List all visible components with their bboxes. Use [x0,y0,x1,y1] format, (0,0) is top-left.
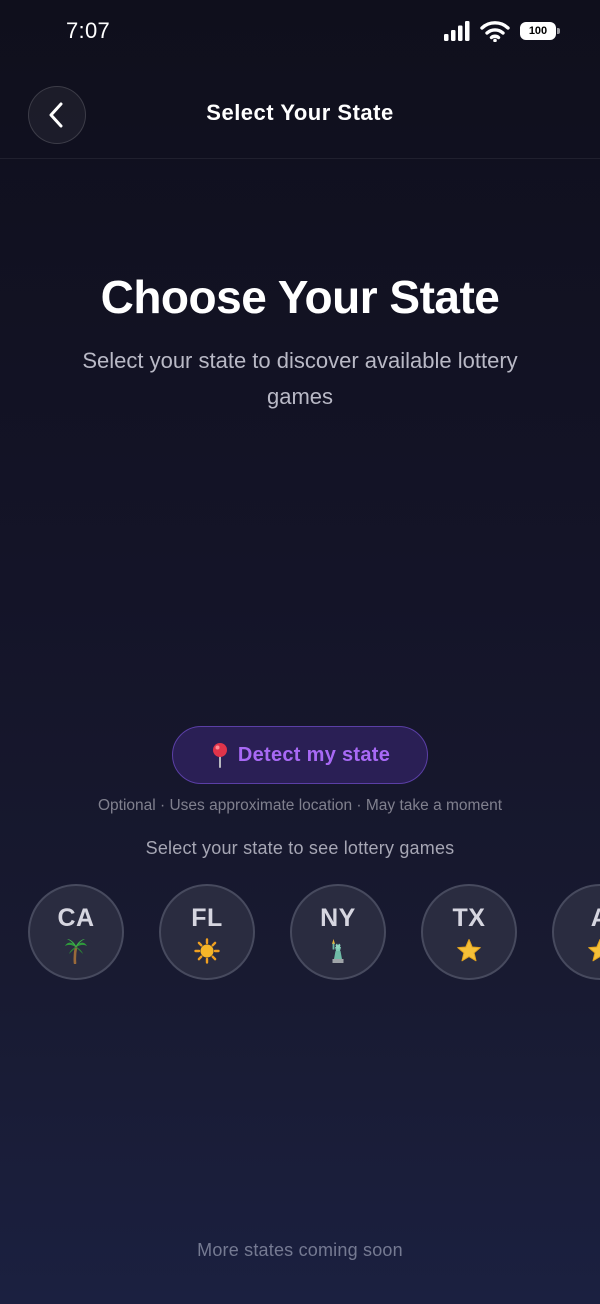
state-code: CA [57,904,95,932]
nav-header: Select Your State [0,70,600,159]
state-chip-partial[interactable]: A [552,884,600,980]
statue-of-liberty-icon [332,939,344,963]
more-states-note: More states coming soon [197,1240,403,1260]
state-code: FL [191,904,223,932]
select-state-screen: 7:07 100 Select Your State Choose Your S… [0,0,600,1304]
wifi-icon [480,21,510,42]
detect-state-button[interactable]: Detect my state [172,726,428,784]
star-icon [457,939,481,962]
state-chip-ny[interactable]: NY [290,884,386,980]
battery-level: 100 [528,25,548,37]
state-code: TX [452,904,486,932]
status-time: 7:07 [66,18,111,43]
state-code: NY [320,904,356,932]
sun-icon [194,938,220,964]
star-icon [588,939,600,962]
state-emoji [554,938,600,964]
detect-state-label: Detect my state [237,743,391,766]
page-title: Select Your State [206,100,394,125]
state-code: A [554,904,600,933]
select-state-hint: Select your state to see lottery games [145,838,455,858]
state-emoji [423,938,515,964]
battery-icon: 100 [520,22,560,40]
state-chip-ca[interactable]: CA [28,884,124,980]
state-emoji [292,938,384,964]
map-pin-icon [212,743,227,768]
state-emoji [161,938,253,964]
state-chip-fl[interactable]: FL [159,884,255,980]
location-note: Optional · Uses approximate location · M… [97,797,503,814]
state-emoji [30,938,122,964]
state-list: CA FL NY TX [0,884,600,984]
status-icons: 100 [444,20,560,42]
signal-icon [444,21,470,41]
hero-title: Choose Your State [100,271,500,323]
palm-tree-icon [65,939,87,964]
status-bar: 7:07 100 [0,0,600,70]
state-chip-tx[interactable]: TX [421,884,517,980]
hero-subtitle: Select your state to discover available … [82,348,518,409]
